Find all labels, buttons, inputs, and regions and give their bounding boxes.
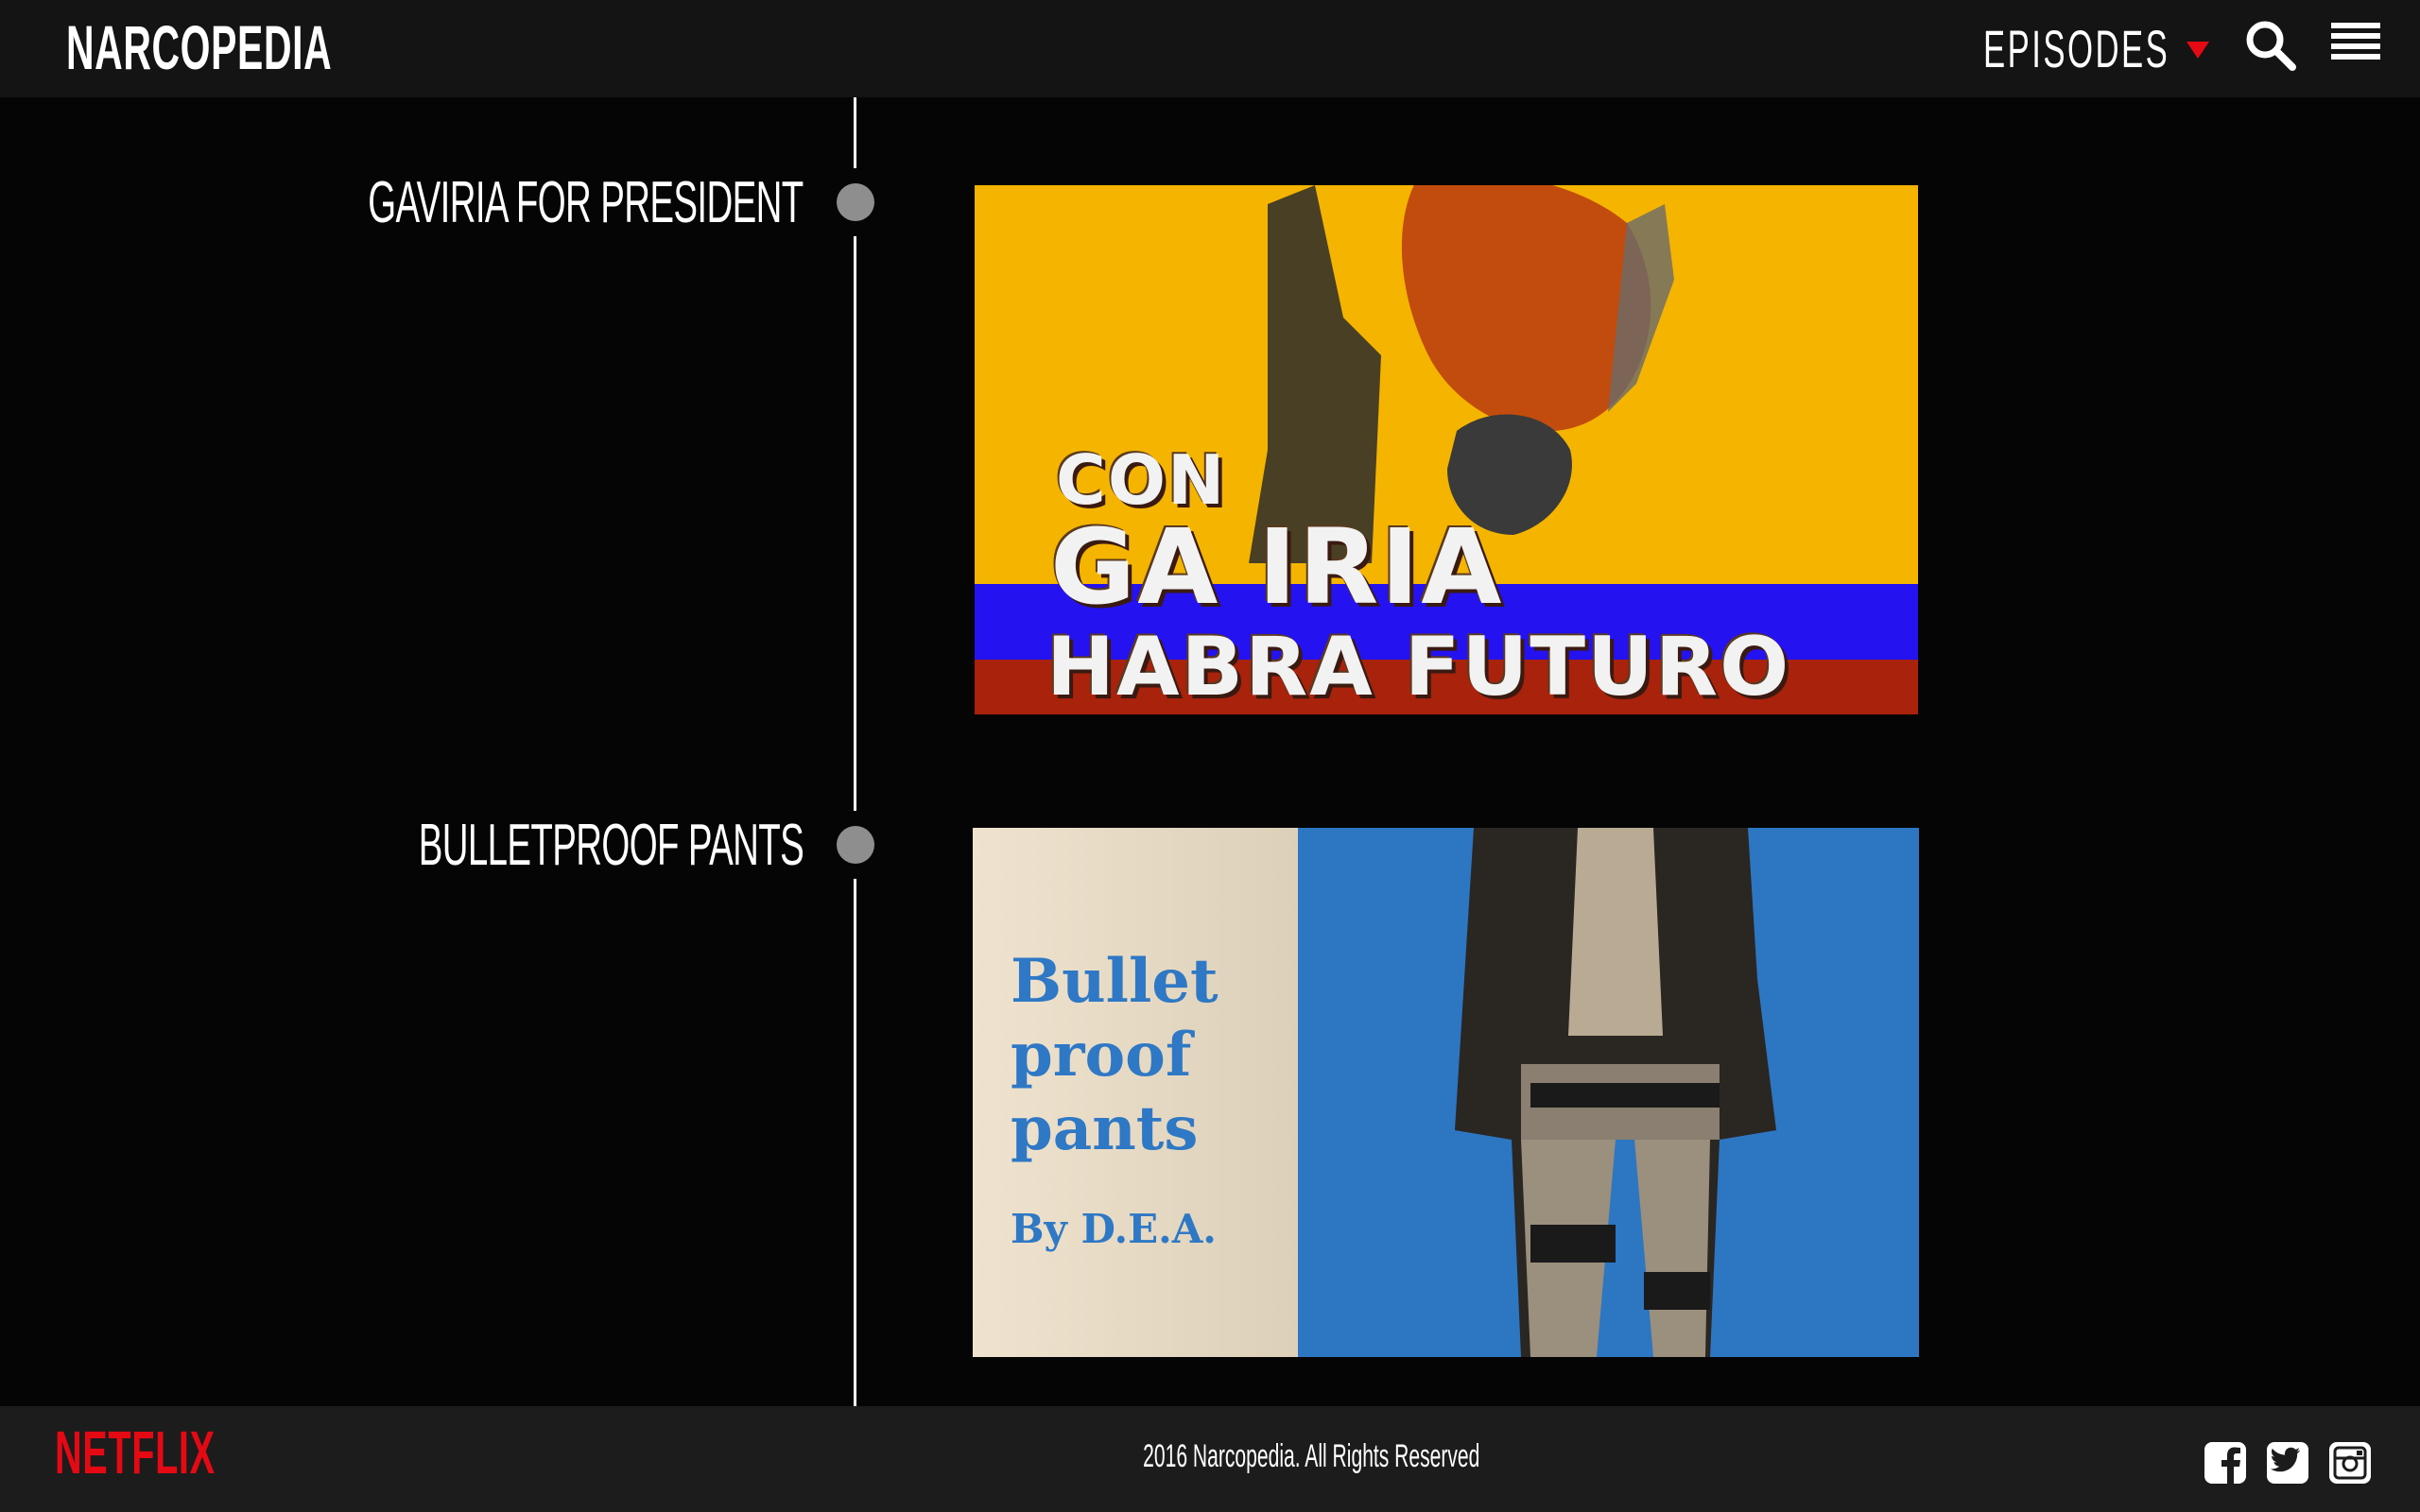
timeline-entry-title[interactable]: GAVIRIA FOR PRESIDENT — [101, 170, 804, 236]
episodes-label: EPISODES — [1982, 19, 2169, 78]
timeline-dot — [837, 183, 874, 221]
gaviria-poster-image[interactable]: CON GA IRIA HABRA FUTURO — [975, 185, 1918, 714]
netflix-logo[interactable]: NETFLIX — [55, 1419, 314, 1486]
caret-down-icon[interactable] — [2187, 42, 2209, 59]
timeline-entry-title[interactable]: BULLETPROOF PANTS — [182, 813, 804, 879]
pants-text-line: Bullet — [1011, 946, 1219, 1017]
man-figure-illustration — [1455, 828, 1776, 1357]
pants-text-byline: By D.E.A. — [1011, 1206, 1217, 1252]
pants-text-line: proof — [1011, 1020, 1192, 1091]
episodes-dropdown[interactable]: EPISODES — [1869, 21, 2169, 77]
bulletproof-pants-image[interactable]: Bullet proof pants By D.E.A. — [973, 828, 1919, 1357]
poster-text-name: GA IRIA — [1050, 507, 1504, 627]
instagram-icon[interactable] — [2327, 1440, 2373, 1486]
search-icon[interactable] — [2244, 19, 2297, 72]
site-logo[interactable]: NARCOPEDIA — [66, 13, 495, 81]
twitter-icon[interactable] — [2265, 1440, 2310, 1486]
copyright-text: 2016 Narcopedia. All Rights Reserved — [1143, 1438, 1480, 1474]
hamburger-menu-icon[interactable] — [2331, 23, 2380, 66]
site-footer: NETFLIX 2016 Narcopedia. All Rights Rese… — [0, 1406, 2420, 1512]
site-logo-text: NARCOPEDIA — [66, 12, 333, 82]
timeline-line — [854, 97, 856, 1406]
poster-text-slogan: HABRA FUTURO — [1046, 620, 1791, 714]
site-header: NARCOPEDIA EPISODES — [0, 0, 2420, 97]
paper-panel — [973, 828, 1298, 1357]
timeline-dot — [837, 826, 874, 864]
facebook-icon[interactable] — [2203, 1440, 2248, 1486]
pants-text-line: pants — [1011, 1093, 1199, 1164]
